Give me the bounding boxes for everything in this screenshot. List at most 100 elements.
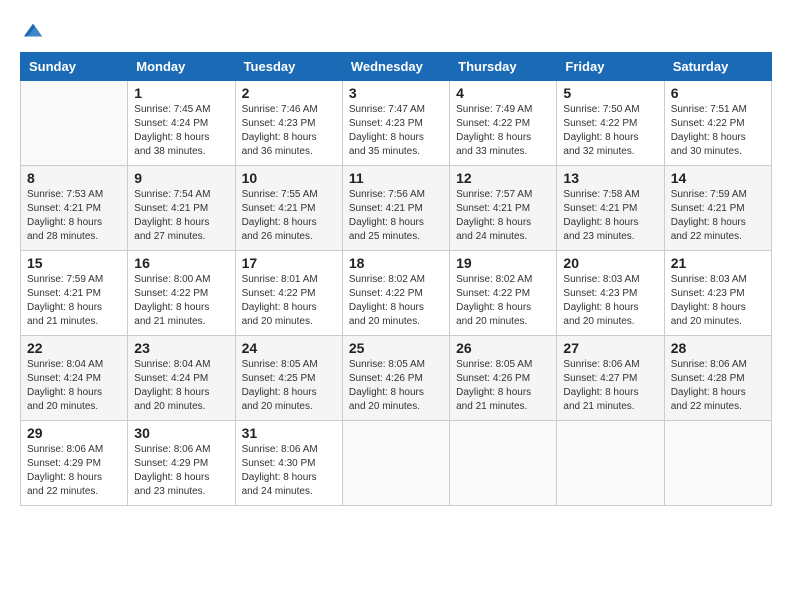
day-info: Sunrise: 7:51 AMSunset: 4:22 PMDaylight:… <box>671 103 765 159</box>
day-info: Sunrise: 8:04 AMSunset: 4:24 PMDaylight:… <box>134 358 228 414</box>
day-number: 8 <box>27 170 121 186</box>
day-info: Sunrise: 7:59 AMSunset: 4:21 PMDaylight:… <box>27 273 121 329</box>
day-cell: 18 Sunrise: 8:02 AMSunset: 4:22 PMDayligh… <box>342 251 449 336</box>
calendar-week-row: 1 Sunrise: 7:45 AMSunset: 4:24 PMDaylight… <box>21 81 772 166</box>
day-info: Sunrise: 7:58 AMSunset: 4:21 PMDaylight:… <box>563 188 657 244</box>
empty-cell <box>557 421 664 506</box>
day-info: Sunrise: 7:55 AMSunset: 4:21 PMDaylight:… <box>242 188 336 244</box>
day-cell: 16 Sunrise: 8:00 AMSunset: 4:22 PMDayligh… <box>128 251 235 336</box>
day-number: 30 <box>134 425 228 441</box>
column-header-thursday: Thursday <box>450 53 557 81</box>
day-number: 12 <box>456 170 550 186</box>
day-number: 9 <box>134 170 228 186</box>
day-number: 18 <box>349 255 443 271</box>
day-info: Sunrise: 7:45 AMSunset: 4:24 PMDaylight:… <box>134 103 228 159</box>
day-info: Sunrise: 8:03 AMSunset: 4:23 PMDaylight:… <box>671 273 765 329</box>
day-number: 4 <box>456 85 550 101</box>
day-info: Sunrise: 7:50 AMSunset: 4:22 PMDaylight:… <box>563 103 657 159</box>
column-header-wednesday: Wednesday <box>342 53 449 81</box>
calendar-week-row: 29 Sunrise: 8:06 AMSunset: 4:29 PMDayligh… <box>21 421 772 506</box>
day-info: Sunrise: 8:03 AMSunset: 4:23 PMDaylight:… <box>563 273 657 329</box>
day-cell: 14 Sunrise: 7:59 AMSunset: 4:21 PMDayligh… <box>664 166 771 251</box>
day-cell: 9Sunrise: 7:54 AMSunset: 4:21 PMDaylight… <box>128 166 235 251</box>
day-info: Sunrise: 8:05 AMSunset: 4:26 PMDaylight:… <box>456 358 550 414</box>
day-cell: 30 Sunrise: 8:06 AMSunset: 4:29 PMDayligh… <box>128 421 235 506</box>
empty-cell <box>21 81 128 166</box>
column-header-saturday: Saturday <box>664 53 771 81</box>
day-number: 2 <box>242 85 336 101</box>
day-info: Sunrise: 8:06 AMSunset: 4:29 PMDaylight:… <box>27 443 121 499</box>
empty-cell <box>664 421 771 506</box>
day-cell: 11 Sunrise: 7:56 AMSunset: 4:21 PMDayligh… <box>342 166 449 251</box>
day-cell: 23 Sunrise: 8:04 AMSunset: 4:24 PMDayligh… <box>128 336 235 421</box>
day-number: 15 <box>27 255 121 271</box>
day-cell: 4 Sunrise: 7:49 AMSunset: 4:22 PMDaylight… <box>450 81 557 166</box>
day-number: 20 <box>563 255 657 271</box>
day-number: 31 <box>242 425 336 441</box>
day-number: 16 <box>134 255 228 271</box>
day-cell: 15 Sunrise: 7:59 AMSunset: 4:21 PMDayligh… <box>21 251 128 336</box>
day-cell: 13 Sunrise: 7:58 AMSunset: 4:21 PMDayligh… <box>557 166 664 251</box>
day-info: Sunrise: 8:05 AMSunset: 4:26 PMDaylight:… <box>349 358 443 414</box>
day-cell: 28 Sunrise: 8:06 AMSunset: 4:28 PMDayligh… <box>664 336 771 421</box>
day-number: 11 <box>349 170 443 186</box>
calendar-week-row: 22 Sunrise: 8:04 AMSunset: 4:24 PMDayligh… <box>21 336 772 421</box>
day-number: 29 <box>27 425 121 441</box>
day-info: Sunrise: 8:06 AMSunset: 4:27 PMDaylight:… <box>563 358 657 414</box>
day-info: Sunrise: 8:00 AMSunset: 4:22 PMDaylight:… <box>134 273 228 329</box>
column-header-tuesday: Tuesday <box>235 53 342 81</box>
calendar-week-row: 8 Sunrise: 7:53 AMSunset: 4:21 PMDaylight… <box>21 166 772 251</box>
day-cell: 22 Sunrise: 8:04 AMSunset: 4:24 PMDayligh… <box>21 336 128 421</box>
day-number: 22 <box>27 340 121 356</box>
day-info: Sunrise: 7:49 AMSunset: 4:22 PMDaylight:… <box>456 103 550 159</box>
day-number: 17 <box>242 255 336 271</box>
day-cell: 8 Sunrise: 7:53 AMSunset: 4:21 PMDaylight… <box>21 166 128 251</box>
day-cell: 29 Sunrise: 8:06 AMSunset: 4:29 PMDayligh… <box>21 421 128 506</box>
day-info: Sunrise: 8:06 AMSunset: 4:28 PMDaylight:… <box>671 358 765 414</box>
day-number: 25 <box>349 340 443 356</box>
day-info: Sunrise: 7:56 AMSunset: 4:21 PMDaylight:… <box>349 188 443 244</box>
day-cell: 2 Sunrise: 7:46 AMSunset: 4:23 PMDaylight… <box>235 81 342 166</box>
day-number: 10 <box>242 170 336 186</box>
day-cell: 5 Sunrise: 7:50 AMSunset: 4:22 PMDaylight… <box>557 81 664 166</box>
day-cell: 6 Sunrise: 7:51 AMSunset: 4:22 PMDaylight… <box>664 81 771 166</box>
day-cell: 20 Sunrise: 8:03 AMSunset: 4:23 PMDayligh… <box>557 251 664 336</box>
day-number: 6 <box>671 85 765 101</box>
day-cell: 3 Sunrise: 7:47 AMSunset: 4:23 PMDaylight… <box>342 81 449 166</box>
day-info: Sunrise: 7:46 AMSunset: 4:23 PMDaylight:… <box>242 103 336 159</box>
column-header-friday: Friday <box>557 53 664 81</box>
day-number: 28 <box>671 340 765 356</box>
day-cell: 21 Sunrise: 8:03 AMSunset: 4:23 PMDayligh… <box>664 251 771 336</box>
day-cell: 19Sunrise: 8:02 AMSunset: 4:22 PMDayligh… <box>450 251 557 336</box>
calendar-table: SundayMondayTuesdayWednesdayThursdayFrid… <box>20 52 772 506</box>
day-info: Sunrise: 7:53 AMSunset: 4:21 PMDaylight:… <box>27 188 121 244</box>
day-number: 5 <box>563 85 657 101</box>
day-info: Sunrise: 8:04 AMSunset: 4:24 PMDaylight:… <box>27 358 121 414</box>
day-number: 14 <box>671 170 765 186</box>
column-header-sunday: Sunday <box>21 53 128 81</box>
day-cell: 31 Sunrise: 8:06 AMSunset: 4:30 PMDayligh… <box>235 421 342 506</box>
logo-icon <box>22 20 44 42</box>
day-number: 3 <box>349 85 443 101</box>
day-number: 13 <box>563 170 657 186</box>
calendar-week-row: 15 Sunrise: 7:59 AMSunset: 4:21 PMDayligh… <box>21 251 772 336</box>
day-cell: 24Sunrise: 8:05 AMSunset: 4:25 PMDayligh… <box>235 336 342 421</box>
logo <box>20 20 44 42</box>
day-number: 21 <box>671 255 765 271</box>
day-cell: 1 Sunrise: 7:45 AMSunset: 4:24 PMDaylight… <box>128 81 235 166</box>
day-info: Sunrise: 8:01 AMSunset: 4:22 PMDaylight:… <box>242 273 336 329</box>
day-info: Sunrise: 7:59 AMSunset: 4:21 PMDaylight:… <box>671 188 765 244</box>
day-number: 26 <box>456 340 550 356</box>
day-cell: 26 Sunrise: 8:05 AMSunset: 4:26 PMDayligh… <box>450 336 557 421</box>
day-info: Sunrise: 8:02 AMSunset: 4:22 PMDaylight:… <box>349 273 443 329</box>
day-cell: 25 Sunrise: 8:05 AMSunset: 4:26 PMDayligh… <box>342 336 449 421</box>
day-info: Sunrise: 8:05 AMSunset: 4:25 PMDaylight:… <box>242 358 336 414</box>
day-info: Sunrise: 8:06 AMSunset: 4:30 PMDaylight:… <box>242 443 336 499</box>
day-cell: 12Sunrise: 7:57 AMSunset: 4:21 PMDayligh… <box>450 166 557 251</box>
day-info: Sunrise: 8:06 AMSunset: 4:29 PMDaylight:… <box>134 443 228 499</box>
day-number: 23 <box>134 340 228 356</box>
day-number: 1 <box>134 85 228 101</box>
day-number: 19 <box>456 255 550 271</box>
day-info: Sunrise: 7:47 AMSunset: 4:23 PMDaylight:… <box>349 103 443 159</box>
day-cell: 10 Sunrise: 7:55 AMSunset: 4:21 PMDayligh… <box>235 166 342 251</box>
